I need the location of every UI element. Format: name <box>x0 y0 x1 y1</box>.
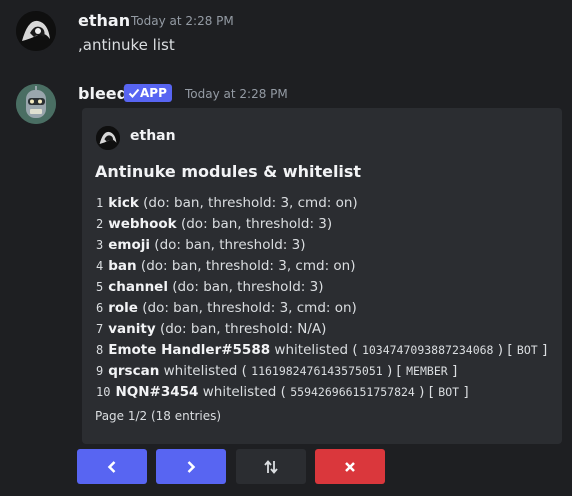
embed-author-avatar <box>96 126 120 150</box>
embed-author[interactable]: ethan <box>130 128 176 144</box>
bot-avatar[interactable] <box>16 84 56 124</box>
whitelist-label: whitelisted <box>163 363 238 379</box>
cancel-button[interactable] <box>315 449 385 484</box>
list-item: 7 vanity (do: ban, threshold: N/A) <box>96 319 547 340</box>
username[interactable]: ethan <box>78 11 130 30</box>
bot-username[interactable]: bleed <box>78 84 128 103</box>
list-item: 1 kick (do: ban, threshold: 3, cmd: on) <box>96 193 547 214</box>
module-name: ban <box>108 258 137 274</box>
list-item: 3 emoji (do: ban, threshold: 3) <box>96 235 547 256</box>
whitelist-id: 1034747093887234068 <box>361 343 494 357</box>
timestamp: Today at 2:28 PM <box>131 14 234 28</box>
whitelist-tag: BOT <box>516 343 538 357</box>
item-number: 8 <box>96 343 104 357</box>
module-list: 1 kick (do: ban, threshold: 3, cmd: on) 2… <box>96 193 547 403</box>
chevron-left-icon <box>105 460 119 474</box>
module-name: emoji <box>108 237 150 253</box>
embed-title: Antinuke modules & whitelist <box>95 162 362 181</box>
message-ethan: ethan Today at 2:28 PM ,antinuke list <box>0 0 572 70</box>
module-name: channel <box>108 279 168 295</box>
item-number: 6 <box>96 301 104 315</box>
app-badge-label: APP <box>140 86 167 100</box>
whitelist-item: 8 Emote Handler#5588 whitelisted ( 103474… <box>96 342 548 358</box>
module-detail: (do: ban, threshold: 3) <box>154 237 306 253</box>
whitelist-item: 10 NQN#3454 whitelisted ( 559426966151757… <box>96 384 469 400</box>
whitelist-tag: BOT <box>438 385 460 399</box>
whitelist-item: 9 qrscan whitelisted ( 116198247614357505… <box>96 363 458 379</box>
item-number: 1 <box>96 196 104 210</box>
bot-timestamp: Today at 2:28 PM <box>185 87 288 101</box>
module-detail: (do: ban, threshold: 3, cmd: on) <box>140 258 356 274</box>
module-detail: (do: ban, threshold: 3, cmd: on) <box>142 300 357 316</box>
whitelist-label: whitelisted <box>202 384 277 400</box>
embed-footer: Page 1/2 (18 entries) <box>95 409 222 423</box>
whitelist-name: Emote Handler#5588 <box>108 342 271 358</box>
module-detail: (do: ban, threshold: 3) <box>172 279 324 295</box>
embed: ethan Antinuke modules & whitelist 1 kick… <box>82 108 562 444</box>
whitelist-id: 1161982476143575051 <box>251 364 383 378</box>
whitelist-name: qrscan <box>108 363 160 379</box>
previous-page-button[interactable] <box>77 449 147 484</box>
module-name: kick <box>108 195 139 211</box>
navigate-button[interactable] <box>236 449 306 484</box>
sort-arrows-icon <box>263 459 279 475</box>
item-number: 2 <box>96 217 104 231</box>
module-name: webhook <box>108 216 177 232</box>
app-badge: APP <box>124 84 172 102</box>
user-avatar-image <box>16 11 56 51</box>
module-name: role <box>108 300 138 316</box>
whitelist-tag: MEMBER <box>406 364 448 378</box>
checkmark-icon <box>128 85 140 105</box>
item-number: 9 <box>96 364 104 378</box>
item-number: 4 <box>96 259 104 273</box>
item-number: 10 <box>96 385 111 399</box>
item-number: 7 <box>96 322 104 336</box>
whitelist-name: NQN#3454 <box>115 384 199 400</box>
module-detail: (do: ban, threshold: 3) <box>180 216 333 232</box>
avatar[interactable] <box>16 11 56 51</box>
module-name: vanity <box>108 321 156 337</box>
whitelist-label: whitelisted <box>274 342 349 358</box>
chevron-right-icon <box>184 460 198 474</box>
module-detail: (do: ban, threshold: 3, cmd: on) <box>143 195 358 211</box>
whitelist-id: 559426966151757824 <box>290 385 415 399</box>
list-item: 5 channel (do: ban, threshold: 3) <box>96 277 547 298</box>
list-item: 4 ban (do: ban, threshold: 3, cmd: on) <box>96 256 547 277</box>
message-content: ,antinuke list <box>78 36 175 54</box>
item-number: 5 <box>96 280 104 294</box>
close-icon <box>343 460 357 474</box>
module-detail: (do: ban, threshold: N/A) <box>159 321 327 337</box>
bender-avatar-image <box>16 84 56 124</box>
list-item: 6 role (do: ban, threshold: 3, cmd: on) <box>96 298 547 319</box>
list-item: 2 webhook (do: ban, threshold: 3) <box>96 214 547 235</box>
item-number: 3 <box>96 238 104 252</box>
embed-author-avatar-image <box>96 126 120 150</box>
next-page-button[interactable] <box>156 449 226 484</box>
